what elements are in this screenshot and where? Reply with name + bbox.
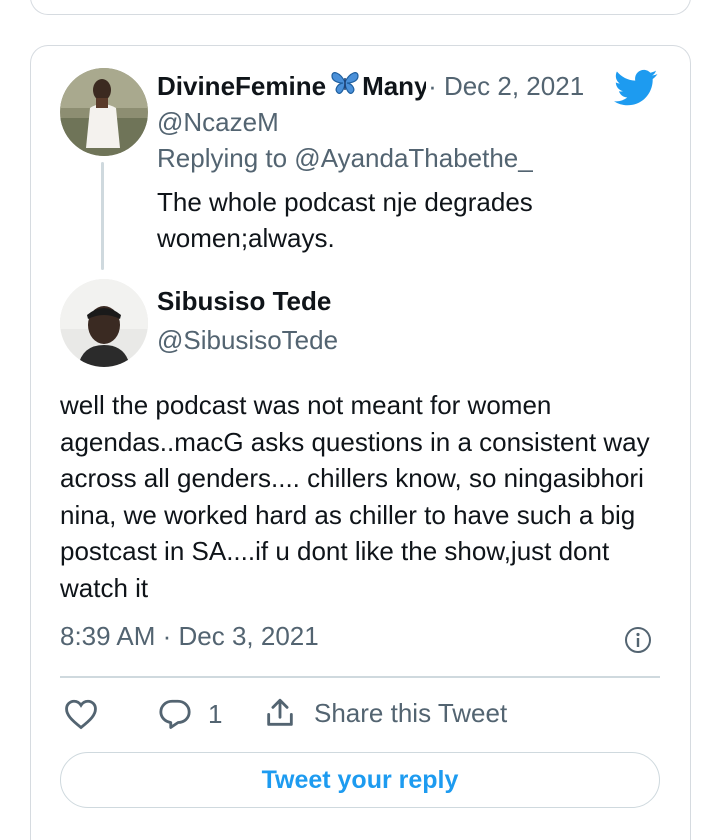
parent-handle[interactable]: @NcazeM (157, 107, 279, 138)
reply-icon (158, 698, 192, 730)
replying-to-label[interactable]: Replying to @AyandaThabethe_ (157, 143, 533, 174)
like-button[interactable] (64, 698, 98, 730)
heart-icon (64, 698, 98, 730)
share-icon (262, 696, 298, 730)
tweet-actions-bar: 1 Share this Tweet (60, 694, 660, 734)
parent-tweet-text: The whole podcast nje degrades women;alw… (157, 187, 533, 253)
twitter-bird-icon[interactable] (614, 69, 658, 112)
main-tweet-text: well the podcast was not meant for women… (60, 390, 650, 603)
thread-connector-line (101, 162, 104, 270)
main-display-name[interactable]: Sibusiso Tede (157, 286, 331, 317)
main-tweet-timestamp[interactable]: 8:39 AM · Dec 3, 2021 (60, 621, 319, 652)
previous-tweet-card (30, 0, 691, 15)
parent-tweet-header: DivineFemine Many · Dec 2, 2021 (157, 68, 617, 104)
avatar-sibusisotede[interactable] (60, 279, 148, 367)
tweet-your-reply-button[interactable]: Tweet your reply (60, 752, 660, 808)
avatar-ncazem[interactable] (60, 68, 148, 156)
reply-count: 1 (208, 698, 223, 729)
parent-display-name-suffix[interactable]: Many (362, 71, 426, 102)
info-icon[interactable] (624, 626, 652, 659)
share-button[interactable]: Share this Tweet (262, 696, 507, 730)
main-handle[interactable]: @SibusisoTede (157, 325, 338, 356)
divider (60, 676, 660, 678)
share-label: Share this Tweet (314, 697, 508, 728)
parent-tweet-date[interactable]: · Dec 2, 2021 (428, 71, 584, 102)
reply-button[interactable]: 1 (158, 698, 222, 730)
parent-display-name[interactable]: DivineFemine (157, 71, 326, 102)
butterfly-icon (330, 70, 360, 103)
